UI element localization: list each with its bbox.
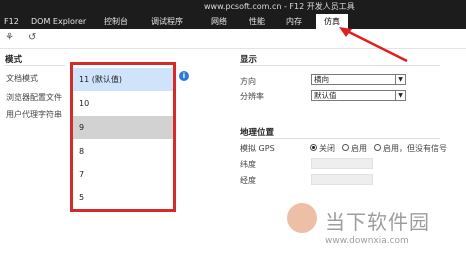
document-mode-option[interactable]: 11 (默认值) <box>73 68 173 91</box>
window-title: www.pcsoft.com.cn - F12 开发人员工具 <box>204 2 355 11</box>
longitude-input[interactable] <box>311 174 373 185</box>
mode-divider <box>5 65 65 66</box>
devtools-top-bar: www.pcsoft.com.cn - F12 开发人员工具 F12 DOM E… <box>0 0 466 29</box>
gps-no-signal-label: 启用，但没有信号 <box>383 144 447 153</box>
orientation-select[interactable]: 横向 ▼ <box>311 74 406 85</box>
persist-emulation-icon[interactable]: ⚘ <box>5 32 14 43</box>
gps-off-label: 关闭 <box>319 144 335 153</box>
watermark-name: 当下软件园 <box>325 210 430 234</box>
watermark-logo <box>287 203 317 233</box>
resolution-label: 分辨率 <box>240 92 264 101</box>
document-mode-option[interactable]: 9 <box>73 116 173 139</box>
gps-no-signal-radio[interactable] <box>374 144 381 151</box>
document-mode-option[interactable]: 7 <box>73 163 173 186</box>
display-heading: 显示 <box>240 55 258 65</box>
document-mode-dropdown[interactable]: 11 (默认值) 10 9 8 7 5 <box>70 62 176 212</box>
tab-emulation[interactable]: 仿真 <box>316 14 348 29</box>
document-mode-label: 文档模式 <box>6 74 38 83</box>
resolution-value: 默认值 <box>314 91 337 100</box>
resolution-select[interactable]: 默认值 ▼ <box>311 90 406 101</box>
watermark-url: www.downxia.com <box>325 236 409 246</box>
chevron-down-icon: ▼ <box>395 91 405 100</box>
tab-dom-explorer[interactable]: DOM Explorer <box>31 14 86 29</box>
latitude-label: 纬度 <box>240 160 256 169</box>
chevron-down-icon: ▼ <box>395 75 405 84</box>
gps-on-label: 启用 <box>351 144 367 153</box>
orientation-label: 方向 <box>240 77 256 86</box>
gps-on-radio[interactable] <box>342 144 349 151</box>
tab-console[interactable]: 控制台 <box>104 14 128 29</box>
geolocation-heading: 地理位置 <box>240 128 275 138</box>
reset-icon[interactable]: ↺ <box>28 32 36 43</box>
tab-memory[interactable]: 内存 <box>286 14 302 29</box>
info-icon[interactable]: i <box>179 71 189 81</box>
tab-performance[interactable]: 性能 <box>249 14 265 29</box>
browser-profile-label: 浏览器配置文件 <box>6 93 62 102</box>
document-mode-option[interactable]: 5 <box>73 186 173 209</box>
tab-f12[interactable]: F12 <box>4 14 19 29</box>
tab-network[interactable]: 网络 <box>211 14 227 29</box>
orientation-value: 横向 <box>314 75 329 84</box>
gps-off-radio[interactable] <box>310 144 317 151</box>
user-agent-label: 用户代理字符串 <box>6 110 62 119</box>
latitude-input[interactable] <box>311 158 373 169</box>
mode-heading: 模式 <box>5 55 23 65</box>
emulation-toolbar: ⚘ ↺ <box>0 29 466 49</box>
gps-label: 模拟 GPS <box>240 144 275 153</box>
document-mode-option[interactable]: 8 <box>73 140 173 163</box>
longitude-label: 经度 <box>240 176 256 185</box>
document-mode-option[interactable]: 10 <box>73 92 173 115</box>
tab-debugger[interactable]: 调试程序 <box>151 14 183 29</box>
geolocation-divider <box>240 138 440 139</box>
display-divider <box>240 65 440 66</box>
